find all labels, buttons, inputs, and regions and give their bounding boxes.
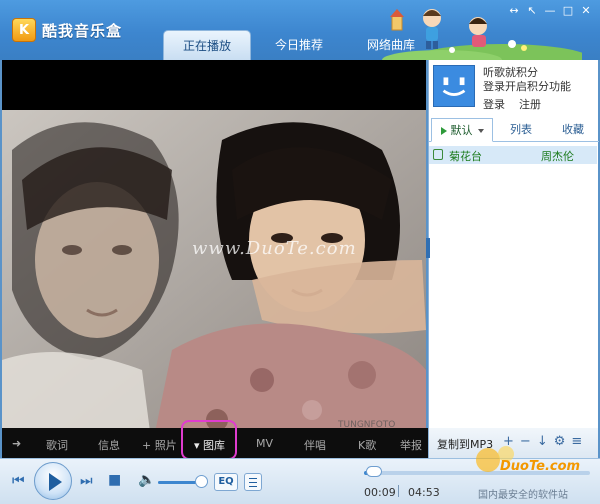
- play-button[interactable]: [34, 462, 72, 500]
- app-logo: K 酷我音乐盒: [12, 18, 122, 42]
- tab-report[interactable]: 举报: [400, 437, 422, 453]
- tab-info[interactable]: 信息: [98, 437, 120, 453]
- tab-default-playlist[interactable]: 默认: [431, 118, 493, 142]
- song-title: 菊花台: [449, 150, 482, 163]
- playlist-tabs: 默认 列表 收藏: [429, 118, 599, 142]
- stop-icon[interactable]: ■: [108, 472, 121, 488]
- app-title: 酷我音乐盒: [42, 21, 123, 40]
- register-link[interactable]: 注册: [519, 96, 541, 112]
- mini-mode-icon[interactable]: ↖: [524, 3, 540, 18]
- play-triangle-icon: [440, 127, 447, 135]
- progress-knob[interactable]: [366, 466, 382, 477]
- volume-fill: [158, 481, 199, 484]
- tab-now-playing[interactable]: 正在播放: [163, 30, 251, 60]
- title-bar: K 酷我音乐盒 正在播放 今日推荐 网络曲库 ↔ ↖ — □ ✕: [0, 0, 600, 60]
- dropdown-arrow-icon[interactable]: [477, 129, 484, 133]
- current-time: 00:09: [364, 486, 396, 499]
- close-button[interactable]: ✕: [578, 3, 594, 18]
- minimize-button[interactable]: —: [542, 3, 558, 18]
- points-promo-line1: 听歌就积分: [483, 66, 538, 79]
- login-link[interactable]: 登录: [483, 96, 505, 112]
- points-promo-line2: 登录开启积分功能: [483, 80, 571, 93]
- next-icon[interactable]: ⏭: [80, 473, 93, 489]
- duote-site-slogan: 国内最安全的软件站: [478, 490, 568, 501]
- eq-button[interactable]: EQ: [214, 473, 238, 491]
- kuwo-logo-icon: K: [12, 18, 36, 42]
- avatar[interactable]: [433, 65, 475, 107]
- duote-watermark: www.DuoTe.com: [192, 238, 357, 259]
- arrow-right-icon[interactable]: ➜: [12, 437, 21, 450]
- total-time: 04:53: [408, 486, 440, 499]
- account-links: 登录 注册: [483, 96, 541, 112]
- lyrics-list-button[interactable]: [244, 473, 262, 491]
- tab-favorites[interactable]: 收藏: [549, 118, 597, 142]
- gallery-highlight-annotation: [181, 420, 237, 460]
- tab-photos[interactable]: + 照片: [142, 437, 177, 453]
- volume-icon[interactable]: 🔈: [138, 472, 155, 488]
- tab-today-recommend[interactable]: 今日推荐: [255, 30, 343, 60]
- panel-collapse-handle[interactable]: [426, 238, 430, 258]
- compact-mode-icon[interactable]: ↔: [506, 3, 522, 18]
- tab-mv[interactable]: MV: [256, 437, 273, 450]
- visualization-area: www.DuoTe.com TUNGNFOTO: [2, 60, 426, 428]
- photo-credit-watermark: TUNGNFOTO: [338, 420, 396, 428]
- now-playing-tv-icon: [433, 149, 443, 160]
- playlist-row[interactable]: 菊花台 周杰伦: [429, 146, 597, 164]
- window-controls: ↔ ↖ — □ ✕: [506, 3, 594, 18]
- duote-site-name: DuoTe.com: [500, 459, 581, 474]
- tab-karaoke-accompany[interactable]: 伴唱: [304, 437, 326, 453]
- volume-knob[interactable]: [195, 475, 208, 488]
- points-promo: 听歌就积分 登录开启积分功能: [483, 66, 571, 94]
- time-divider: [398, 485, 399, 497]
- artist-photo: [2, 110, 426, 428]
- tab-k-song[interactable]: K歌: [358, 437, 376, 453]
- tab-playlist-list[interactable]: 列表: [497, 118, 545, 142]
- maximize-button[interactable]: □: [560, 3, 576, 18]
- previous-icon[interactable]: ⏮: [12, 473, 25, 489]
- tab-lyrics[interactable]: 歌词: [46, 437, 68, 453]
- playlist-panel: 听歌就积分 登录开启积分功能 登录 注册 默认 列表 收藏 菊花台 周杰伦: [428, 60, 599, 428]
- song-artist: 周杰伦: [541, 150, 574, 163]
